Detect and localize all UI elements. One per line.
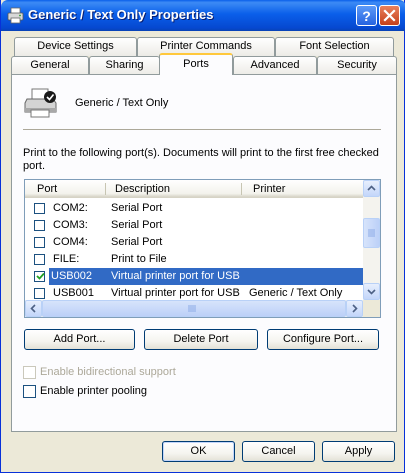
apply-button[interactable]: Apply — [322, 441, 395, 462]
tab-label: Device Settings — [37, 40, 114, 52]
vertical-scrollbar[interactable] — [363, 180, 380, 300]
printer-pooling-label: Enable printer pooling — [40, 385, 148, 397]
tab-ports[interactable]: Ports — [159, 53, 233, 75]
tab-sharing[interactable]: Sharing — [89, 56, 160, 75]
close-button[interactable] — [379, 5, 400, 26]
ok-button[interactable]: OK — [162, 441, 235, 462]
tab-label: Sharing — [105, 59, 144, 71]
configure-port-button[interactable]: Configure Port... — [267, 329, 379, 350]
port-description: Serial Port — [111, 202, 163, 214]
scroll-thumb[interactable] — [42, 300, 346, 317]
list-item-selected[interactable]: USB002 Virtual printer port for USB — [25, 268, 363, 285]
column-header-description[interactable]: Description — [105, 180, 242, 198]
grip-icon — [368, 229, 375, 237]
scroll-right-button[interactable] — [346, 300, 363, 317]
tab-label: General — [30, 59, 70, 71]
list-header: Port Description Printer — [25, 180, 363, 198]
chevron-up-icon — [367, 185, 376, 191]
title-bar[interactable]: Generic / Text Only Properties ? — [1, 0, 405, 31]
port-description: Virtual printer port for USB — [111, 268, 243, 285]
port-checkbox[interactable] — [34, 254, 45, 265]
tab-general[interactable]: General — [11, 56, 89, 75]
list-item[interactable]: COM4: Serial Port — [25, 234, 363, 251]
ports-list[interactable]: Port Description Printer COM2: Serial Po… — [24, 179, 381, 318]
horizontal-scrollbar[interactable] — [25, 300, 363, 317]
chevron-left-icon — [30, 304, 36, 313]
column-header-port[interactable]: Port — [27, 180, 107, 198]
printer-icon — [7, 7, 24, 24]
checkmark-icon — [36, 272, 45, 280]
svg-text:?: ? — [362, 8, 371, 24]
printer-icon — [23, 86, 59, 120]
tab-advanced[interactable]: Advanced — [233, 56, 317, 75]
port-name: COM3: — [53, 219, 88, 231]
tab-label: Printer Commands — [160, 40, 252, 52]
list-item[interactable]: COM3: Serial Port — [25, 217, 363, 234]
port-printer — [243, 268, 363, 285]
port-description: Serial Port — [111, 236, 163, 248]
column-header-printer[interactable]: Printer — [243, 180, 363, 198]
properties-window: Generic / Text Only Properties ? Device … — [0, 0, 405, 473]
port-name: FILE: — [53, 253, 80, 265]
port-checkbox[interactable] — [34, 203, 45, 214]
divider — [23, 129, 381, 130]
list-item[interactable]: COM2: Serial Port — [25, 200, 363, 217]
chevron-down-icon — [367, 289, 376, 295]
port-checkbox[interactable] — [34, 271, 45, 282]
scroll-thumb[interactable] — [363, 218, 380, 248]
grip-icon — [188, 305, 196, 312]
tab-label: Font Selection — [299, 40, 370, 52]
ports-instructions: Print to the following port(s). Document… — [23, 147, 379, 172]
port-description: Serial Port — [111, 219, 163, 231]
chevron-right-icon — [352, 304, 358, 313]
list-item[interactable]: FILE: Print to File — [25, 251, 363, 268]
port-name: USB002 — [49, 268, 111, 285]
scrollbar-corner — [363, 300, 380, 317]
printer-pooling-checkbox[interactable] — [23, 385, 36, 398]
port-name: COM4: — [53, 236, 88, 248]
port-description: Print to File — [111, 253, 167, 265]
tab-label: Advanced — [250, 59, 300, 71]
tab-label: Security — [337, 59, 377, 71]
port-checkbox[interactable] — [34, 288, 45, 299]
scroll-down-button[interactable] — [363, 283, 380, 300]
scroll-up-button[interactable] — [363, 180, 380, 197]
tab-label: Ports — [183, 58, 209, 70]
tab-device-settings[interactable]: Device Settings — [14, 37, 137, 56]
bidirectional-checkbox[interactable] — [23, 366, 36, 379]
delete-port-button[interactable]: Delete Port — [144, 329, 258, 350]
window-title: Generic / Text Only Properties — [28, 7, 214, 22]
printer-name: Generic / Text Only — [75, 97, 169, 109]
port-name: COM2: — [53, 202, 88, 214]
port-checkbox[interactable] — [34, 220, 45, 231]
bidirectional-label: Enable bidirectional support — [40, 366, 176, 378]
column-separator[interactable] — [241, 183, 242, 195]
tab-font-selection[interactable]: Font Selection — [275, 37, 394, 56]
scroll-left-button[interactable] — [25, 300, 42, 317]
cancel-button[interactable]: Cancel — [242, 441, 315, 462]
tab-security[interactable]: Security — [317, 56, 397, 75]
add-port-button[interactable]: Add Port... — [24, 329, 135, 350]
port-checkbox[interactable] — [34, 237, 45, 248]
help-button[interactable]: ? — [356, 5, 377, 26]
